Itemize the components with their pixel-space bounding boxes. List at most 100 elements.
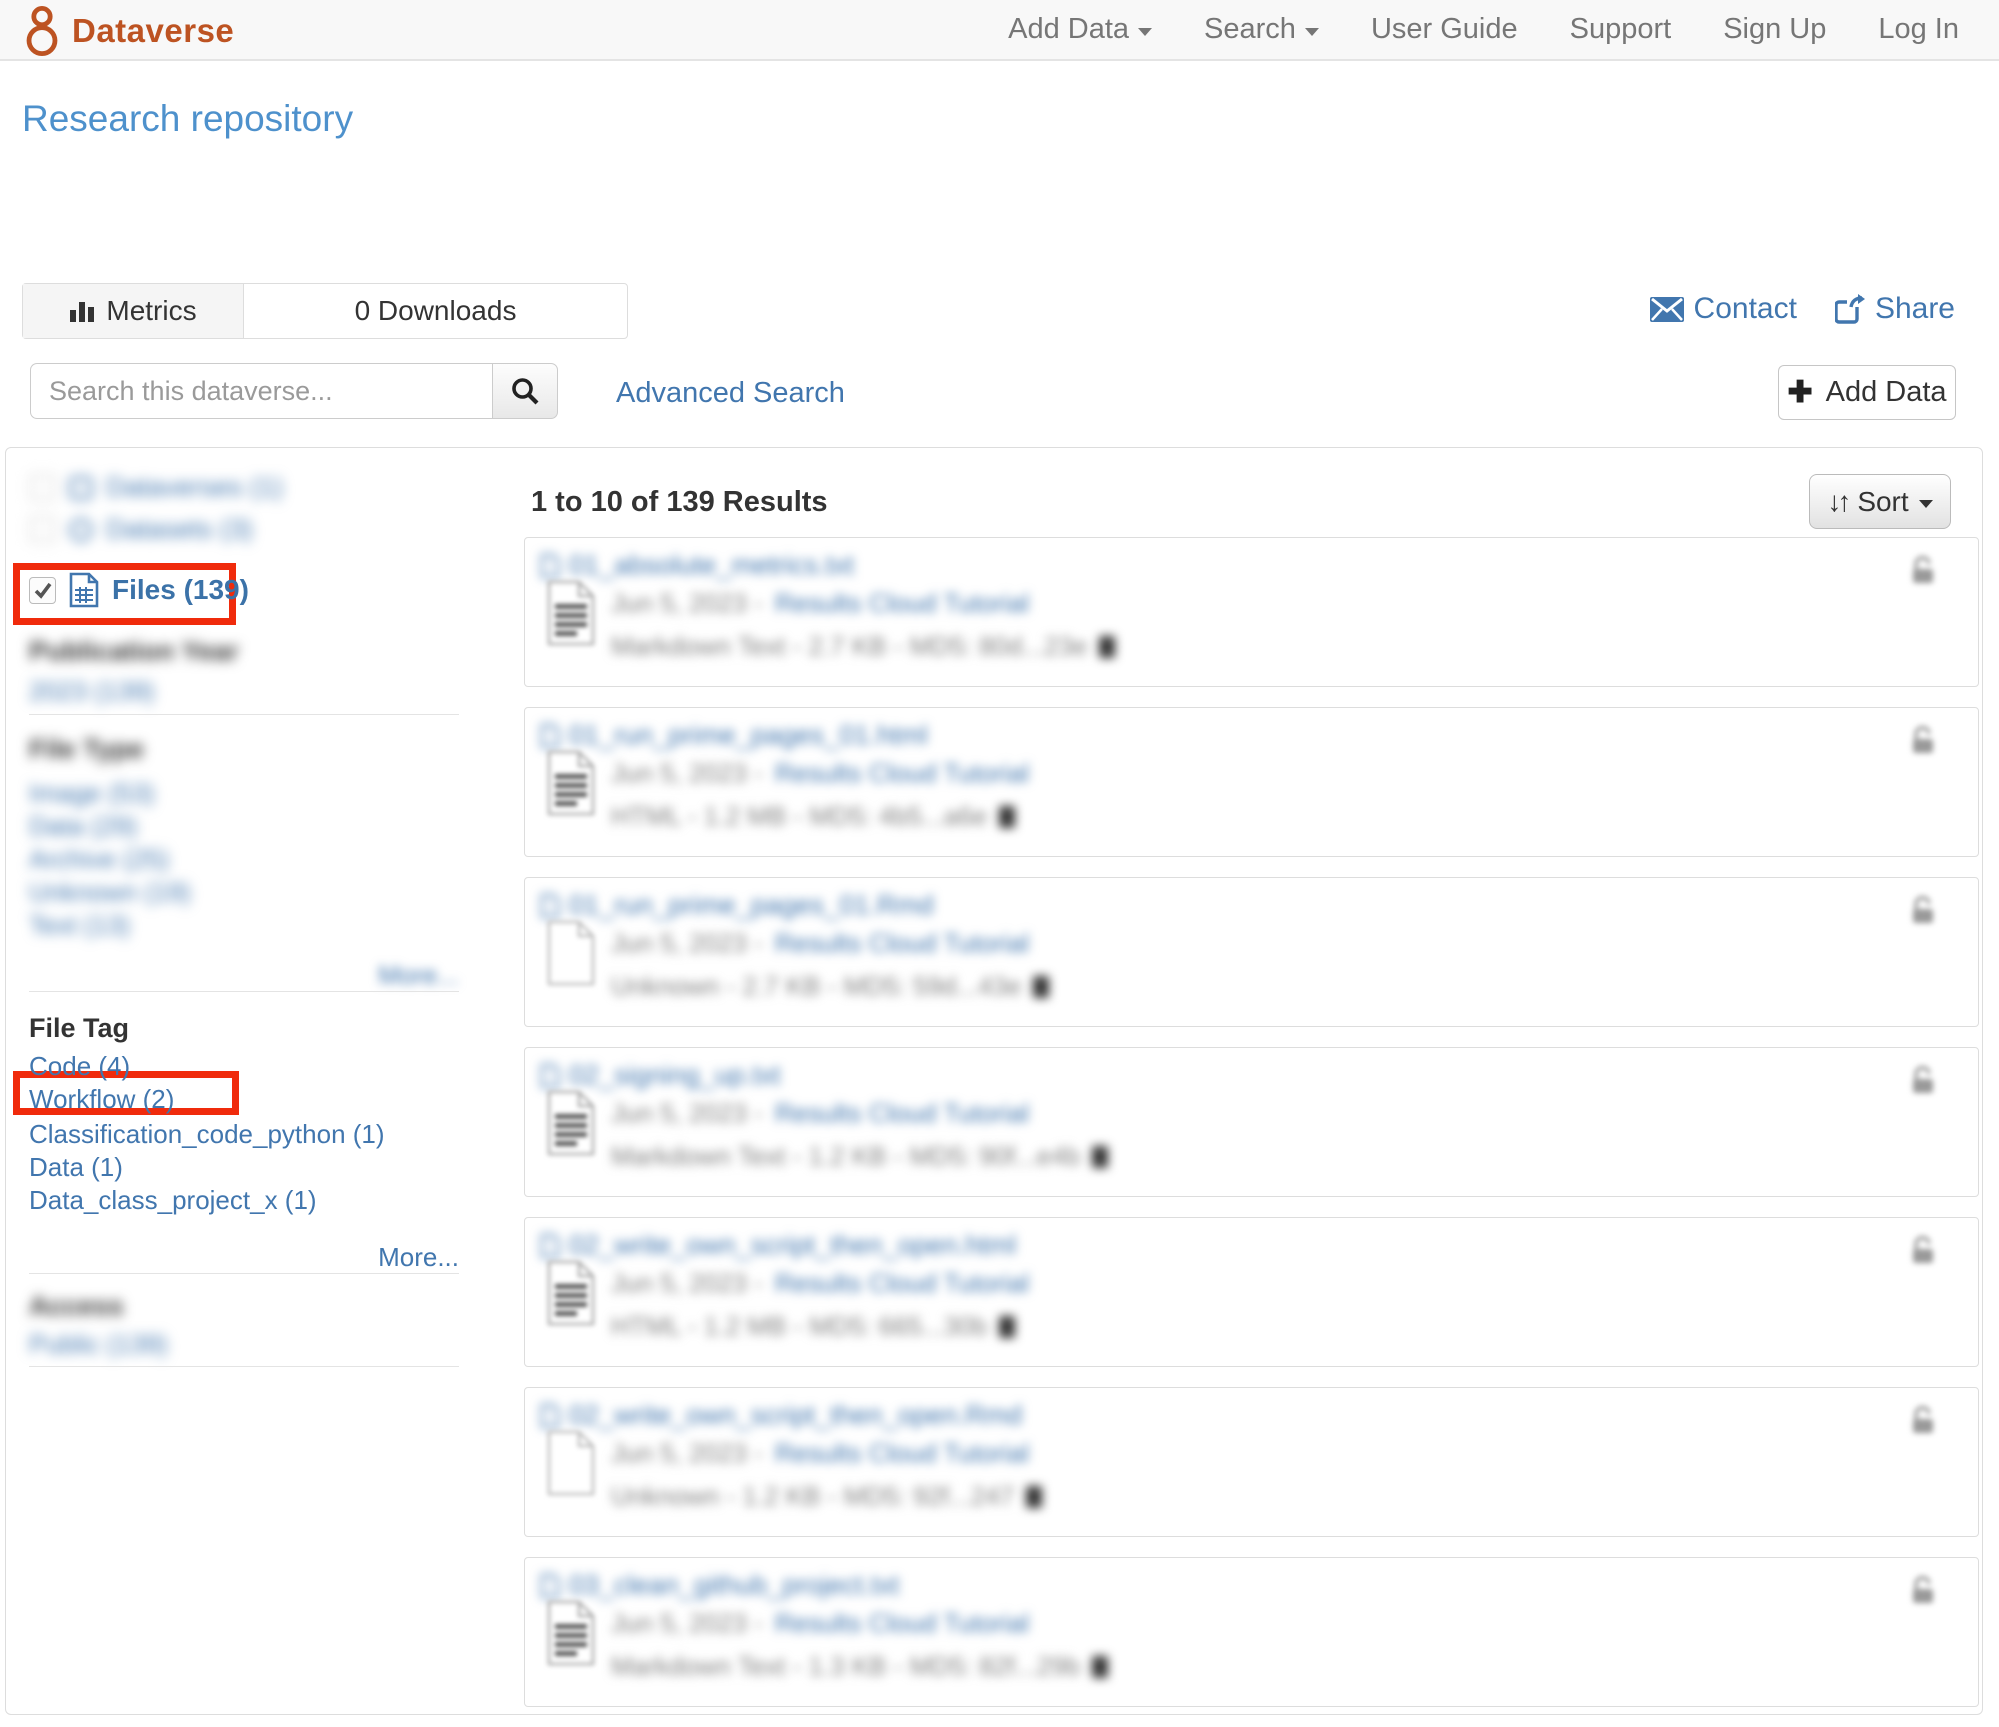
checksum-icon bbox=[1099, 636, 1115, 658]
facet-files-label: Files (139) bbox=[112, 574, 249, 606]
file-icon bbox=[541, 1404, 559, 1428]
file-meta: Markdown Text - 1.3 KB - MD5: 82f...29b bbox=[611, 1651, 1080, 1682]
file-result-body: Jun 5, 2023 - Results Cloud Tutorial HTML… bbox=[547, 1260, 1029, 1342]
file-meta: HTML - 1.2 MB - MD5: 665...30b bbox=[611, 1311, 987, 1342]
dataverse-brand[interactable]: Dataverse bbox=[22, 6, 234, 56]
file-title-link[interactable]: 01_absolute_metrics.txt bbox=[541, 550, 854, 581]
checksum-icon bbox=[999, 806, 1015, 828]
page-title[interactable]: Research repository bbox=[22, 98, 353, 140]
facet-file-type-item[interactable]: Data (29) bbox=[29, 811, 137, 842]
share-link[interactable]: Share bbox=[1835, 292, 1955, 326]
unlock-icon bbox=[1910, 1066, 1936, 1096]
sort-arrows-icon: ↓↑ bbox=[1827, 486, 1847, 518]
dataset-link[interactable]: Results Cloud Tutorial bbox=[775, 1098, 1029, 1129]
nav-support[interactable]: Support bbox=[1570, 13, 1672, 46]
file-meta: Unknown - 2.7 KB - MD5: 59d...43e bbox=[611, 971, 1021, 1002]
facet-file-tag-data[interactable]: Data (1) bbox=[29, 1152, 123, 1183]
facet-file-tag-data-class[interactable]: Data_class_project_x (1) bbox=[29, 1185, 317, 1216]
file-date: Jun 5, 2023 - bbox=[611, 1608, 763, 1639]
dataverse-search bbox=[30, 363, 558, 419]
checksum-icon bbox=[1033, 976, 1049, 998]
unlock-icon bbox=[1910, 1406, 1936, 1436]
facet-files[interactable]: Files (139) bbox=[29, 572, 249, 608]
facet-access-item[interactable]: Public (139) bbox=[29, 1329, 168, 1360]
file-meta: Markdown Text - 2.7 KB - MD5: 80d...23e bbox=[611, 631, 1087, 662]
facet-section-title: Access bbox=[29, 1291, 124, 1322]
file-result-card: 02_signing_up.txt Jun 5, 2023 -Results C… bbox=[524, 1047, 1979, 1197]
sort-button[interactable]: ↓↑ Sort bbox=[1809, 474, 1951, 529]
file-result-card: 01_absolute_metrics.txt Jun 5, 2023 -Res… bbox=[524, 537, 1979, 687]
search-button[interactable] bbox=[492, 363, 558, 419]
file-thumbnail-icon bbox=[547, 580, 595, 646]
dataset-link[interactable]: Results Cloud Tutorial bbox=[775, 1268, 1029, 1299]
nav-log-in[interactable]: Log In bbox=[1878, 13, 1959, 46]
file-tag-more-link[interactable]: More... bbox=[378, 1242, 459, 1273]
facet-section-title: File Type bbox=[29, 734, 144, 765]
facet-file-tag-code[interactable]: Code (4) bbox=[29, 1051, 130, 1082]
unlock-icon bbox=[1910, 896, 1936, 926]
file-title-link[interactable]: 02_write_own_script_then_open.Rmd bbox=[541, 1400, 1022, 1431]
file-thumbnail-icon bbox=[547, 1090, 595, 1156]
nav-sign-up[interactable]: Sign Up bbox=[1723, 13, 1826, 46]
downloads-count: 0 Downloads bbox=[244, 284, 627, 338]
facet-file-tag-classification[interactable]: Classification_code_python (1) bbox=[29, 1119, 385, 1150]
metrics-tab[interactable]: Metrics bbox=[23, 284, 244, 338]
file-date: Jun 5, 2023 - bbox=[611, 1268, 763, 1299]
file-meta: HTML - 1.2 MB - MD5: 4b5...a6e bbox=[611, 801, 987, 832]
advanced-search-link[interactable]: Advanced Search bbox=[616, 377, 845, 410]
check-icon bbox=[33, 580, 53, 600]
facet-file-type-item[interactable]: Unknown (19) bbox=[29, 877, 191, 908]
file-title-link[interactable]: 01_run_prime_pages_01.Rmd bbox=[541, 890, 934, 921]
bar-chart-icon bbox=[69, 298, 95, 324]
unlock-icon bbox=[1910, 1576, 1936, 1606]
checkbox[interactable] bbox=[29, 516, 56, 543]
dataset-link[interactable]: Results Cloud Tutorial bbox=[775, 928, 1029, 959]
file-title-link[interactable]: 03_clean_github_project.txt bbox=[541, 1570, 899, 1601]
brand-name: Dataverse bbox=[72, 12, 234, 50]
file-icon bbox=[541, 1574, 559, 1598]
dataset-link[interactable]: Results Cloud Tutorial bbox=[775, 758, 1029, 789]
facet-sidebar: Dataverses (1) Datasets (3) Files (13 bbox=[29, 448, 459, 1714]
facet-publication-year-item[interactable]: 2023 (139) bbox=[29, 676, 155, 707]
nav-search[interactable]: Search bbox=[1204, 13, 1319, 46]
file-type-more-link[interactable]: More... bbox=[378, 960, 459, 991]
checkbox-checked[interactable] bbox=[29, 577, 56, 604]
divider bbox=[29, 714, 459, 715]
unlock-icon bbox=[1910, 556, 1936, 586]
file-result-body: Jun 5, 2023 -Results Cloud Tutorial Unkn… bbox=[547, 920, 1049, 1002]
facet-file-type-item[interactable]: Image (53) bbox=[29, 778, 155, 809]
facet-file-type-item[interactable]: Text (13) bbox=[29, 910, 130, 941]
nav-user-guide[interactable]: User Guide bbox=[1371, 13, 1518, 46]
dataset-link[interactable]: Results Cloud Tutorial bbox=[775, 1608, 1029, 1639]
search-input[interactable] bbox=[30, 363, 492, 419]
dataset-facet-icon bbox=[69, 518, 93, 542]
dataset-link[interactable]: Results Cloud Tutorial bbox=[775, 1438, 1029, 1469]
file-table-icon bbox=[69, 572, 99, 608]
file-title-link[interactable]: 01_run_prime_pages_01.html bbox=[541, 720, 928, 751]
dataset-link[interactable]: Results Cloud Tutorial bbox=[775, 588, 1029, 619]
envelope-icon bbox=[1650, 297, 1684, 322]
file-title-link[interactable]: 02_write_own_script_then_open.html bbox=[541, 1230, 1016, 1261]
divider bbox=[29, 1366, 459, 1367]
checkbox[interactable] bbox=[29, 474, 56, 501]
checksum-icon bbox=[1026, 1486, 1042, 1508]
file-icon bbox=[541, 724, 559, 748]
unlock-icon bbox=[1910, 726, 1936, 756]
contact-link[interactable]: Contact bbox=[1650, 292, 1797, 326]
facet-datasets[interactable]: Datasets (3) bbox=[29, 514, 253, 545]
nav-add-data[interactable]: Add Data bbox=[1008, 13, 1152, 46]
file-result-body: Jun 5, 2023 -Results Cloud Tutorial Mark… bbox=[547, 580, 1115, 662]
checksum-icon bbox=[1092, 1656, 1108, 1678]
file-icon bbox=[541, 894, 559, 918]
file-title-link[interactable]: 02_signing_up.txt bbox=[541, 1060, 781, 1091]
facet-file-tag-workflow[interactable]: Workflow (2) bbox=[29, 1084, 174, 1115]
facet-dataverses[interactable]: Dataverses (1) bbox=[29, 472, 283, 503]
file-result-card: 02_write_own_script_then_open.Rmd Jun 5,… bbox=[524, 1387, 1979, 1537]
file-date: Jun 5, 2023 - bbox=[611, 758, 763, 789]
file-icon bbox=[541, 1234, 559, 1258]
add-data-button[interactable]: ✚ Add Data bbox=[1778, 365, 1956, 420]
facet-label: Dataverses (1) bbox=[106, 472, 283, 503]
facet-section-title: Publication Year bbox=[29, 636, 239, 667]
file-thumbnail-icon bbox=[547, 1600, 595, 1666]
facet-file-type-item[interactable]: Archive (25) bbox=[29, 844, 169, 875]
